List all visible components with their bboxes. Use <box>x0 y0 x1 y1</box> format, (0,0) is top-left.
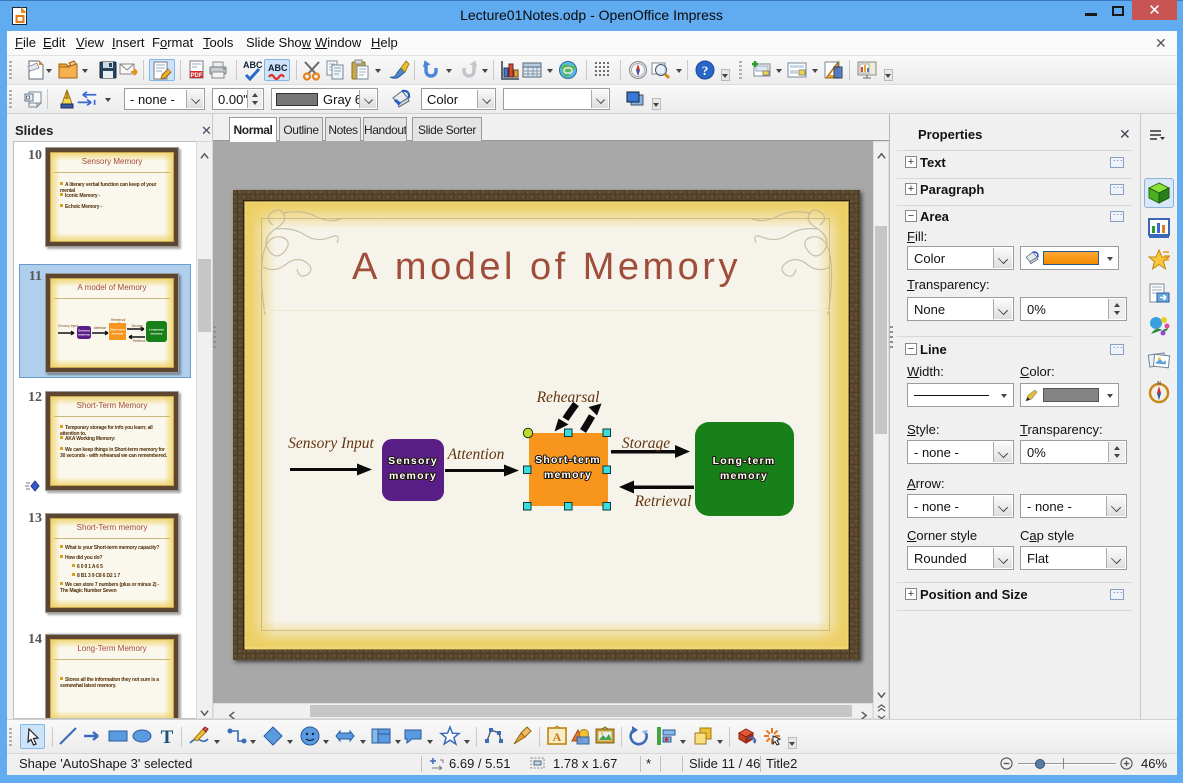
svg-text:Attention: Attention <box>447 446 505 463</box>
svg-text:memory: memory <box>720 470 768 482</box>
svg-text:memory: memory <box>389 470 437 482</box>
svg-text:memory: memory <box>78 333 90 337</box>
svg-text:Attention: Attention <box>93 326 107 330</box>
svg-text:Sensory Input: Sensory Input <box>288 435 374 452</box>
svg-text:Retrieval: Retrieval <box>133 339 146 343</box>
svg-text:ABC: ABC <box>243 60 263 70</box>
svg-text:PDF: PDF <box>191 73 203 79</box>
svg-text:Rehearsal: Rehearsal <box>536 389 600 406</box>
svg-text:Short-term: Short-term <box>535 454 601 466</box>
svg-text:Storage: Storage <box>622 435 670 452</box>
svg-text:Rehearsal: Rehearsal <box>111 318 126 322</box>
svg-text:T: T <box>161 727 174 747</box>
svg-text:memory: memory <box>151 332 163 336</box>
svg-text:N: N <box>1157 381 1161 387</box>
svg-text:A: A <box>553 730 562 744</box>
svg-text:memory: memory <box>544 469 592 481</box>
svg-text:Long-term: Long-term <box>713 455 776 467</box>
svg-text:Sensory: Sensory <box>388 455 438 467</box>
svg-text:?: ? <box>702 63 709 78</box>
svg-text:memory: memory <box>112 332 124 336</box>
svg-text:Sensory Input: Sensory Input <box>58 324 78 328</box>
svg-text:Retrieval: Retrieval <box>634 493 692 510</box>
svg-text:ABC: ABC <box>268 63 288 73</box>
